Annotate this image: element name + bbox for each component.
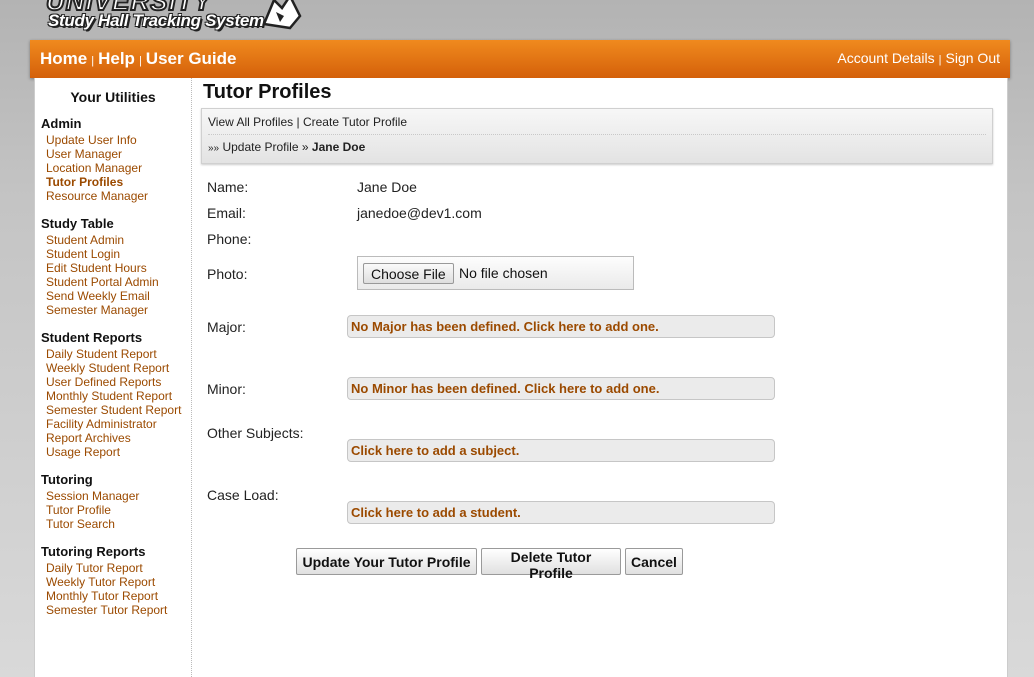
sidebar-group-student-reports: Student Reports Daily Student Report Wee… [41, 330, 181, 459]
sidebar-item-location-manager[interactable]: Location Manager [41, 161, 148, 175]
case-load-label: Case Load: [207, 487, 279, 503]
update-profile-button[interactable]: Update Your Tutor Profile [296, 548, 477, 575]
sidebar-group-tutoring: Tutoring Session Manager Tutor Profile T… [41, 472, 139, 531]
sidebar-heading-admin: Admin [41, 116, 82, 131]
add-student-button[interactable]: Click here to add a student. [347, 501, 775, 524]
sidebar-item-weekly-tutor-report[interactable]: Weekly Tutor Report [41, 575, 167, 589]
delete-profile-button[interactable]: Delete Tutor Profile [481, 548, 621, 581]
sidebar-item-resource-manager[interactable]: Resource Manager [41, 189, 148, 203]
add-subject-button[interactable]: Click here to add a subject. [347, 439, 775, 462]
sidebar-group-study-table: Study Table Student Admin Student Login … [41, 216, 159, 317]
nav-help-link[interactable]: Help [98, 49, 135, 68]
email-label: Email: [207, 205, 246, 221]
nav-account-links: Account Details | Sign Out [837, 50, 1000, 66]
sidebar-item-send-weekly-email[interactable]: Send Weekly Email [41, 289, 159, 303]
sidebar-item-facility-administrator[interactable]: Facility Administrator [41, 417, 181, 431]
top-navbar: Home | Help | User Guide Account Details | Sig… [30, 40, 1010, 78]
university-logo[interactable]: UNIVERSITY Study Hall Tracking System [45, 0, 306, 36]
nav-primary-links: Home | Help | User Guide [40, 49, 237, 69]
photo-label: Photo: [207, 266, 248, 282]
sidebar-item-student-portal-admin[interactable]: Student Portal Admin [41, 275, 159, 289]
logo-subtitle: Study Hall Tracking System [48, 11, 264, 30]
name-value: Jane Doe [357, 179, 417, 195]
name-label: Name: [207, 179, 249, 195]
utilities-sidebar: Your Utilities Admin Update User Info Us… [35, 78, 192, 677]
content-panel: Your Utilities Admin Update User Info Us… [34, 78, 1008, 677]
sidebar-item-tutor-profile[interactable]: Tutor Profile [41, 503, 139, 517]
sidebar-item-monthly-tutor-report[interactable]: Monthly Tutor Report [41, 589, 167, 603]
sign-out-link[interactable]: Sign Out [946, 50, 1000, 66]
sidebar-item-update-user-info[interactable]: Update User Info [41, 133, 148, 147]
nav-separator: | [91, 55, 95, 67]
mascot-icon [262, 0, 302, 30]
view-all-profiles-link[interactable]: View All Profiles [208, 115, 293, 129]
sidebar-heading-tutoring-reports: Tutoring Reports [41, 544, 146, 559]
account-details-link[interactable]: Account Details [837, 50, 934, 66]
sidebar-title: Your Utilities [70, 89, 156, 105]
sidebar-item-user-defined-reports[interactable]: User Defined Reports [41, 375, 181, 389]
sidebar-item-monthly-student-report[interactable]: Monthly Student Report [41, 389, 181, 403]
create-tutor-profile-link[interactable]: Create Tutor Profile [303, 115, 407, 129]
nav-separator: | [938, 54, 942, 66]
main-area: Tutor Profiles View All Profiles | Creat… [201, 78, 1001, 677]
sidebar-item-tutor-search[interactable]: Tutor Search [41, 517, 139, 531]
sidebar-item-tutor-profiles[interactable]: Tutor Profiles [41, 175, 148, 189]
breadcrumb-update-profile[interactable]: Update Profile [222, 140, 298, 154]
sidebar-item-student-admin[interactable]: Student Admin [41, 233, 159, 247]
sidebar-group-admin: Admin Update User Info User Manager Loca… [41, 116, 148, 203]
sidebar-heading-student-reports: Student Reports [41, 330, 143, 345]
minor-label: Minor: [207, 381, 246, 397]
breadcrumb-arrow-icon: » [301, 140, 309, 154]
page-title: Tutor Profiles [203, 81, 332, 103]
profile-actions: View All Profiles | Create Tutor Profile [208, 115, 407, 129]
sidebar-item-edit-student-hours[interactable]: Edit Student Hours [41, 261, 159, 275]
add-major-button[interactable]: No Major has been defined. Click here to… [347, 315, 775, 338]
crumb-separator: | [296, 115, 300, 129]
sidebar-heading-tutoring: Tutoring [41, 472, 93, 487]
sidebar-item-daily-tutor-report[interactable]: Daily Tutor Report [41, 561, 167, 575]
breadcrumb-panel: View All Profiles | Create Tutor Profile… [201, 108, 993, 164]
sidebar-item-usage-report[interactable]: Usage Report [41, 445, 181, 459]
breadcrumb-current: Jane Doe [311, 140, 366, 154]
sidebar-item-daily-student-report[interactable]: Daily Student Report [41, 347, 181, 361]
sidebar-heading-study-table: Study Table [41, 216, 114, 231]
major-label: Major: [207, 319, 246, 335]
nav-user-guide-link[interactable]: User Guide [146, 49, 237, 68]
crumb-divider [208, 134, 986, 135]
add-minor-button[interactable]: No Minor has been defined. Click here to… [347, 377, 775, 400]
sidebar-item-semester-tutor-report[interactable]: Semester Tutor Report [41, 603, 167, 617]
email-value: janedoe@dev1.com [357, 205, 482, 221]
choose-file-button[interactable]: Choose File [363, 263, 454, 284]
file-status: No file chosen [459, 265, 548, 281]
other-subjects-label: Other Subjects: [207, 425, 304, 441]
nav-separator: | [138, 55, 142, 67]
sidebar-item-semester-student-report[interactable]: Semester Student Report [41, 403, 181, 417]
sidebar-item-report-archives[interactable]: Report Archives [41, 431, 181, 445]
sidebar-item-session-manager[interactable]: Session Manager [41, 489, 139, 503]
sidebar-item-user-manager[interactable]: User Manager [41, 147, 148, 161]
cancel-button[interactable]: Cancel [625, 548, 683, 575]
breadcrumb-marker-icon: »» [208, 143, 220, 154]
breadcrumb: »» Update Profile » Jane Doe [208, 140, 365, 154]
sidebar-group-tutoring-reports: Tutoring Reports Daily Tutor Report Week… [41, 544, 167, 617]
sidebar-item-weekly-student-report[interactable]: Weekly Student Report [41, 361, 181, 375]
sidebar-item-semester-manager[interactable]: Semester Manager [41, 303, 159, 317]
sidebar-item-student-login[interactable]: Student Login [41, 247, 159, 261]
nav-home-link[interactable]: Home [40, 49, 87, 68]
phone-label: Phone: [207, 231, 252, 247]
photo-upload-field: Choose File No file chosen [357, 256, 634, 290]
